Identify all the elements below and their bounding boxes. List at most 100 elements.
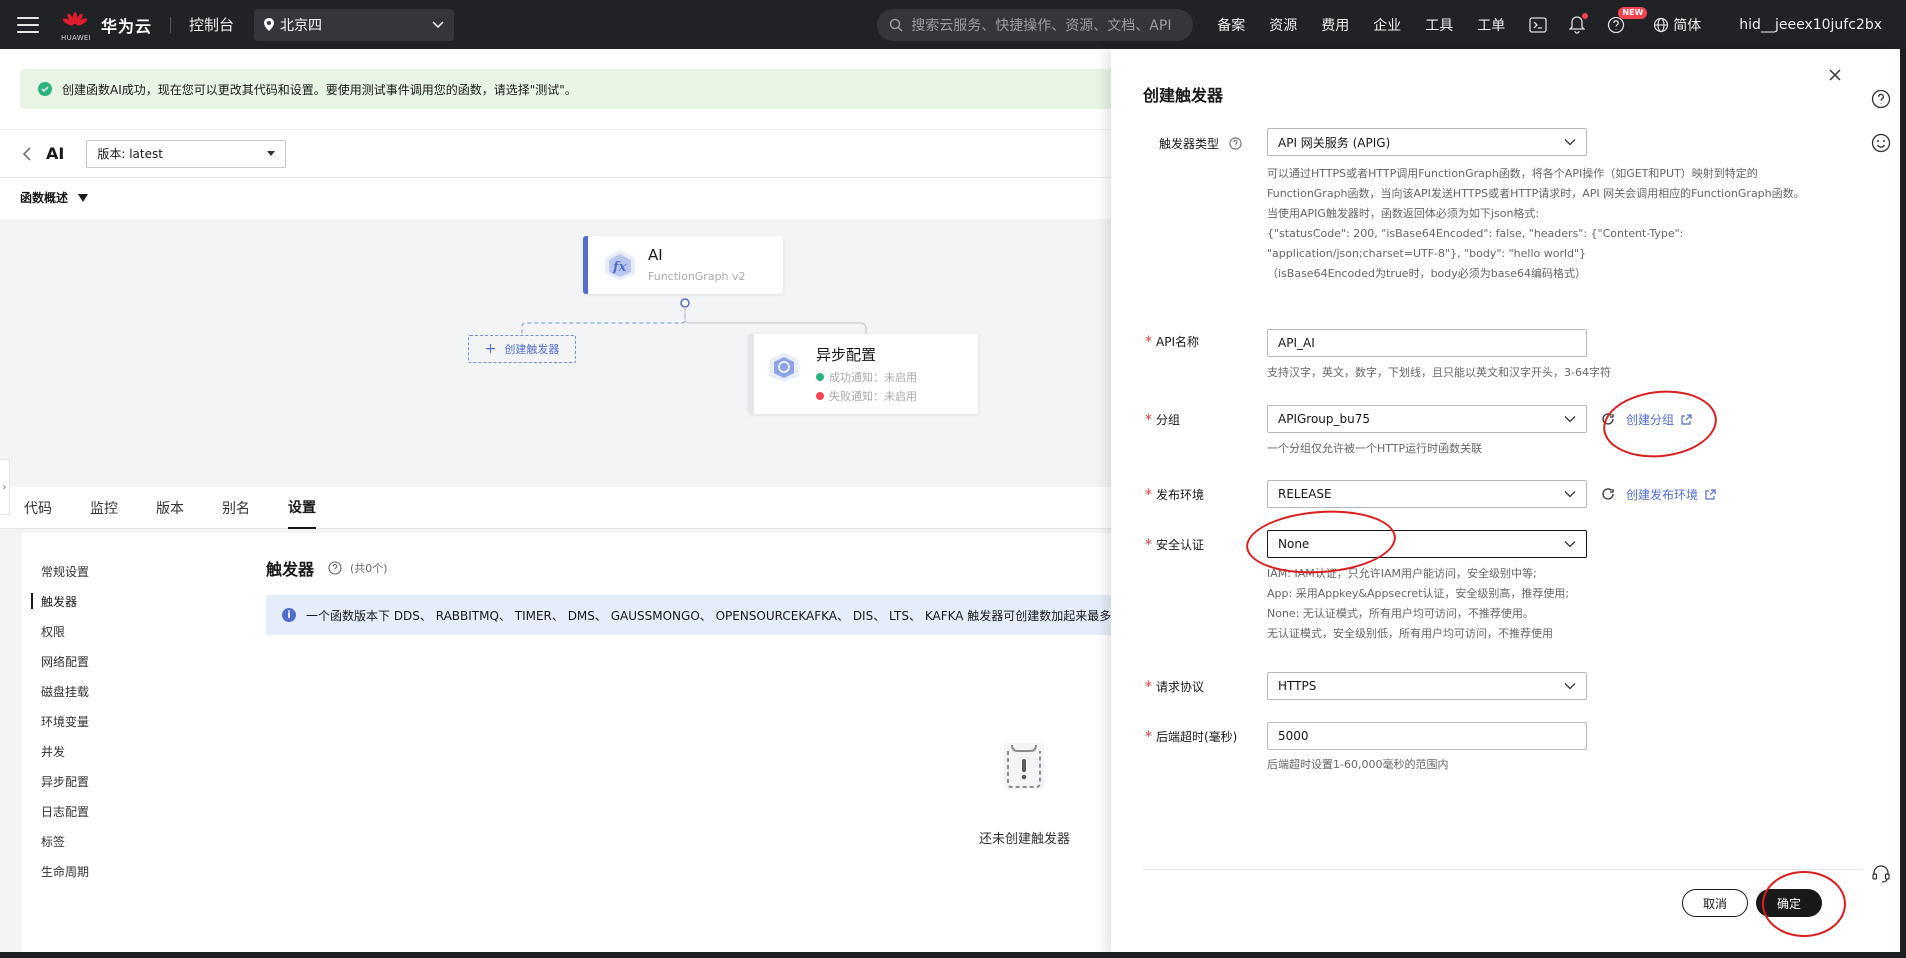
tab-aliases[interactable]: 别名 [222,487,250,529]
global-search-input[interactable]: 搜索云服务、快捷操作、资源、文档、API [877,8,1194,41]
auth-help: IAM: IAM认证，只允许IAM用户能访问，安全级别中等; App: 采用Ap… [1267,567,1570,640]
create-trigger-label: 创建触发器 [504,343,560,356]
question-icon[interactable] [1229,137,1242,150]
nav-tickets[interactable]: 工单 [1477,15,1505,35]
timeout-input[interactable]: 5000 [1267,722,1587,750]
group-select[interactable]: APIGroup_bu75 [1267,405,1587,433]
overview-label: 函数概述 [20,191,69,205]
api-name-help: 支持汉字，英文，数字，下划线，且只能以英文和汉字开头，3-64字符 [1267,366,1611,379]
svg-text:fx: fx [612,260,627,275]
protocol-label: * 请求协议 [1145,678,1205,695]
menu-tags[interactable]: 标签 [41,833,65,850]
nav-enterprise[interactable]: 企业 [1373,15,1401,35]
top-navigation-bar: HUAWEI 华为云 控制台 北京四 搜索云服务、快捷操作、资源、文档、API … [0,0,1906,49]
success-check-icon [38,82,52,96]
function-tabs: 代码 监控 版本 别名 设置 [0,487,1130,529]
bell-icon[interactable] [1569,12,1589,34]
location-pin-icon [264,18,275,31]
right-toolbar [1862,49,1900,958]
api-name-input[interactable]: API_AI [1267,329,1587,357]
help-icon[interactable] [1871,89,1891,109]
trigger-type-label: 触发器类型 [1159,135,1242,152]
user-account[interactable]: hid__jeeex10jufc2bx [1739,17,1882,33]
question-icon[interactable] [328,561,342,575]
fail-dot [816,392,824,400]
timeout-help: 后端超时设置1-60,000毫秒的范围内 [1267,758,1449,771]
empty-state-text: 还未创建触发器 [979,832,1071,847]
version-selector[interactable]: 版本: latest [86,139,287,168]
menu-async[interactable]: 异步配置 [41,773,89,790]
menu-env-vars[interactable]: 环境变量 [41,713,89,730]
group-label: * 分组 [1145,411,1181,428]
trigger-type-select[interactable]: API 网关服务 (APIG) [1267,128,1587,156]
function-overview-toggle[interactable]: 函数概述 [20,189,89,206]
async-config-node[interactable]: 异步配置 成功通知：未启用 失败通知：未启用 [748,334,978,414]
language-selector[interactable]: 简体 [1653,15,1701,35]
notification-dot [1582,12,1589,19]
chevron-down-icon [432,20,444,28]
create-trigger-button[interactable]: + 创建触发器 [468,335,576,363]
success-notify-text: 成功通知：未启用 [829,371,917,384]
success-alert: 创建函数AI成功，现在您可以更改其代码和设置。要使用测试事件调用您的函数，请选择… [20,69,1150,109]
protocol-select[interactable]: HTTPS [1267,672,1587,700]
chevron-down-icon [1564,541,1576,548]
logo[interactable]: HUAWEI 华为云 [61,11,153,42]
back-arrow-icon[interactable] [22,146,32,161]
new-badge: NEW [1618,6,1648,19]
menu-concurrency[interactable]: 并发 [41,743,65,760]
caret-down-icon [78,193,89,202]
tab-settings[interactable]: 设置 [288,487,316,529]
menu-lifecycle[interactable]: 生命周期 [41,863,89,880]
drawer-title: 创建触发器 [1143,86,1224,105]
menu-permissions[interactable]: 权限 [41,623,65,640]
menu-icon[interactable] [17,16,39,33]
chevron-down-icon [1564,683,1576,690]
nav-billing[interactable]: 费用 [1321,15,1349,35]
active-indicator [31,593,33,609]
timeout-label: * 后端超时(毫秒) [1145,728,1238,745]
function-canvas: fx AI FunctionGraph v2 + 创建触发器 异步配置 成功通知… [0,219,1130,487]
info-icon: i [282,608,296,622]
tab-versions[interactable]: 版本 [156,487,184,529]
success-notify: 成功通知：未启用 [816,369,917,385]
external-link-icon [1705,488,1716,500]
logo-text: 华为云 [101,16,153,36]
trigger-type-help: 可以通过HTTPS或者HTTP调用FunctionGraph函数，将各个API操… [1267,167,1805,280]
settings-menu: 常规设置 触发器 权限 网络配置 磁盘挂载 环境变量 并发 异步配置 日志配置 … [22,533,242,958]
region-selector[interactable]: 北京四 [254,8,455,41]
env-select[interactable]: RELEASE [1267,480,1587,508]
tab-code[interactable]: 代码 [24,487,52,529]
terminal-icon[interactable] [1529,16,1547,33]
info-text: 一个函数版本下 DDS、 RABBITMQ、 TIMER、 DMS、 GAUSS… [306,608,1112,623]
env-label: * 发布环境 [1145,486,1205,503]
function-node-runtime: FunctionGraph v2 [648,270,746,283]
refresh-icon[interactable] [1601,487,1615,501]
menu-general[interactable]: 常规设置 [41,563,89,580]
customer-service-icon[interactable] [1871,864,1891,884]
function-fx-icon: fx [605,250,635,280]
nav-resources[interactable]: 资源 [1269,15,1297,35]
async-config-title: 异步配置 [816,346,877,364]
close-icon[interactable] [1827,67,1843,83]
feedback-smile-icon[interactable] [1871,133,1891,153]
console-link[interactable]: 控制台 [189,14,234,35]
create-env-link[interactable]: 创建发布环境 [1626,486,1716,503]
nav-tools[interactable]: 工具 [1425,15,1453,35]
alert-text: 创建函数AI成功，现在您可以更改其代码和设置。要使用测试事件调用您的函数，请选择… [62,82,577,97]
tab-monitor[interactable]: 监控 [90,487,118,529]
menu-triggers[interactable]: 触发器 [41,593,77,610]
success-dot [816,373,824,381]
cancel-button[interactable]: 取消 [1682,889,1748,917]
chevron-down-icon [1564,491,1576,498]
function-node[interactable]: fx AI FunctionGraph v2 [583,236,783,294]
async-config-icon [769,352,799,382]
menu-logs[interactable]: 日志配置 [41,803,89,820]
fail-notify: 失败通知：未启用 [816,388,917,404]
menu-disk-mount[interactable]: 磁盘挂载 [41,683,89,700]
help-icon[interactable]: NEW [1607,6,1648,34]
nav-beian[interactable]: 备案 [1217,15,1245,35]
triggers-panel: 触发器 (共0个) i 一个函数版本下 DDS、 RABBITMQ、 TIMER… [242,533,1130,958]
divider [170,16,172,33]
menu-network[interactable]: 网络配置 [41,653,89,670]
plus-icon: + [484,341,497,357]
